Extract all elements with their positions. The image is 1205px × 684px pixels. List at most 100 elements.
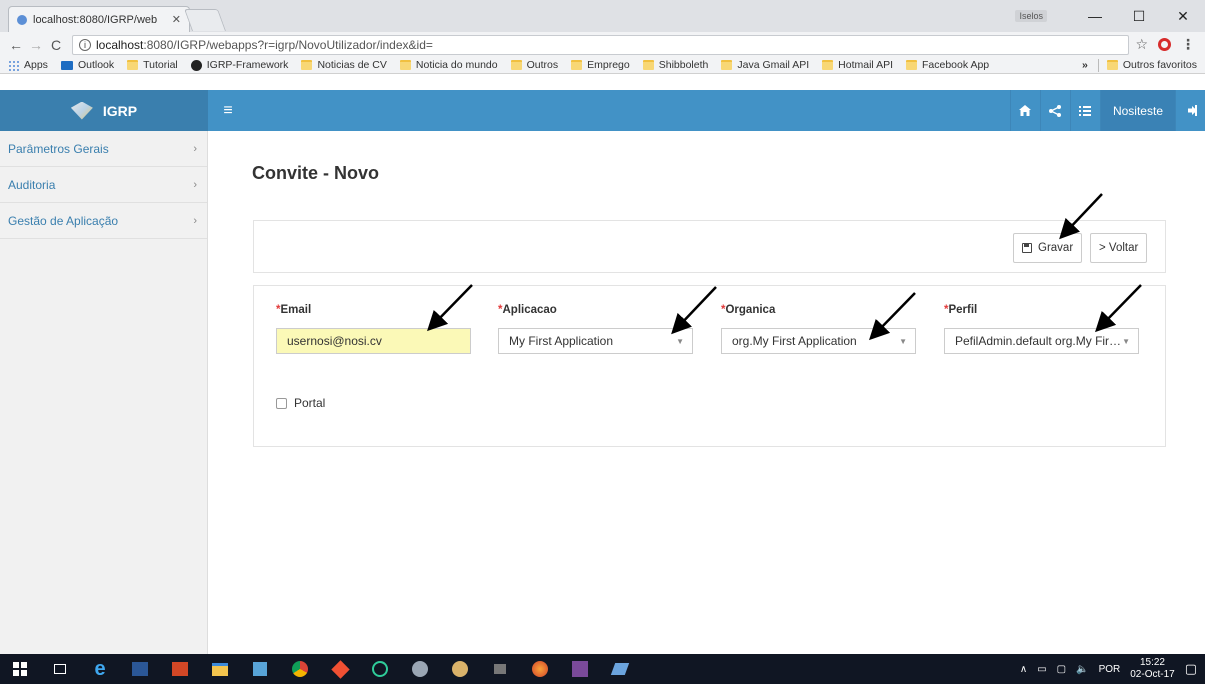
tab-title: localhost:8080/IGRP/web	[33, 13, 158, 26]
start-button[interactable]	[0, 654, 40, 684]
opera-extension-icon[interactable]	[1158, 38, 1171, 51]
new-tab-button[interactable]	[183, 9, 227, 31]
folder-icon	[822, 60, 834, 70]
organica-label: *Organica	[721, 304, 776, 316]
back-button[interactable]: ←	[6, 37, 26, 53]
bookmark-star-icon[interactable]: ☆	[1135, 36, 1148, 53]
perfil-label: *Perfil	[944, 304, 978, 316]
save-button[interactable]: Gravar	[1013, 233, 1083, 263]
minimize-button[interactable]: —	[1073, 8, 1117, 24]
bookmark-tutorial[interactable]: Tutorial	[127, 59, 178, 71]
address-bar-row: ← → C i localhost:8080/IGRP/webapps?r=ig…	[0, 32, 1205, 57]
task-view-icon[interactable]	[40, 654, 80, 684]
bookmark-other-favorites[interactable]: Outros favoritos	[1106, 59, 1197, 71]
user-menu[interactable]: Nositeste	[1099, 90, 1175, 131]
home-icon[interactable]	[1009, 90, 1040, 131]
organica-select[interactable]: org.My First Application ▼	[721, 328, 916, 354]
mail-icon	[60, 60, 73, 70]
folder-icon	[721, 60, 733, 70]
bookmark-outlook[interactable]: Outlook	[60, 59, 114, 71]
bookmark-apps[interactable]: Apps	[8, 59, 48, 71]
tab-close-icon[interactable]: ✕	[172, 13, 181, 26]
list-icon[interactable]	[1069, 90, 1100, 131]
file-explorer-icon[interactable]	[200, 654, 240, 684]
brand-name: IGRP	[102, 102, 138, 119]
browser-user-badge[interactable]: Iselos	[1015, 10, 1047, 22]
app-icon[interactable]	[600, 654, 640, 684]
firefox-icon[interactable]	[520, 654, 560, 684]
chrome-icon[interactable]	[280, 654, 320, 684]
network-icon[interactable]	[240, 654, 280, 684]
url-field[interactable]: i localhost:8080/IGRP/webapps?r=igrp/Nov…	[72, 34, 1130, 55]
edge-icon[interactable]: e	[80, 654, 120, 684]
maximize-button[interactable]: ☐	[1117, 8, 1161, 25]
bookmark-emprego[interactable]: Emprego	[571, 59, 630, 71]
app-icon[interactable]	[440, 654, 480, 684]
reload-button[interactable]: C	[46, 37, 66, 53]
sidebar-item-label: Auditoria	[8, 177, 56, 192]
powerpoint-icon[interactable]	[160, 654, 200, 684]
git-icon[interactable]	[320, 654, 360, 684]
tray-display-icon[interactable]: ▢	[1057, 664, 1066, 675]
github-icon	[190, 59, 202, 71]
perfil-select[interactable]: PefilAdmin.default org.My Fir… ▼	[944, 328, 1139, 354]
email-field[interactable]: usernosi@nosi.cv	[276, 328, 471, 354]
chevron-down-icon: ▼	[1122, 336, 1130, 346]
window-controls: Iselos — ☐ ✕	[1015, 0, 1205, 32]
app-icon[interactable]	[400, 654, 440, 684]
save-label: Gravar	[1038, 242, 1074, 254]
uppercut-icon[interactable]	[360, 654, 400, 684]
bookmark-outros[interactable]: Outros	[510, 59, 558, 71]
bookmarks-overflow-button[interactable]: »	[1082, 59, 1088, 71]
sidebar-item-parametros-gerais[interactable]: Parâmetros Gerais ›	[0, 131, 207, 167]
menu-toggle-icon[interactable]: ≡	[208, 90, 248, 131]
logout-icon[interactable]	[1175, 90, 1205, 131]
bookmark-java-gmail-api[interactable]: Java Gmail API	[721, 59, 809, 71]
bookmark-hotmail-api[interactable]: Hotmail API	[822, 59, 893, 71]
app-icon[interactable]	[560, 654, 600, 684]
folder-icon	[127, 60, 139, 70]
folder-icon	[510, 60, 522, 70]
browser-tab[interactable]: localhost:8080/IGRP/web ✕	[8, 6, 190, 32]
bookmark-shibboleth[interactable]: Shibboleth	[642, 59, 708, 71]
word-icon[interactable]	[120, 654, 160, 684]
bookmark-facebook-app[interactable]: Facebook App	[906, 59, 989, 71]
sidebar-item-label: Parâmetros Gerais	[8, 141, 109, 156]
bookmark-noticias-cv[interactable]: Noticias de CV	[301, 59, 387, 71]
save-icon	[1022, 243, 1032, 253]
volume-icon[interactable]: 🔈	[1076, 664, 1088, 675]
back-button-app[interactable]: > Voltar	[1090, 233, 1148, 263]
action-center-icon[interactable]: ▢	[1185, 661, 1197, 677]
chevron-right-icon: ›	[193, 142, 197, 155]
folder-icon	[301, 60, 313, 70]
chevron-right-icon: ›	[193, 178, 197, 191]
forward-button[interactable]: →	[26, 37, 46, 53]
input-language[interactable]: POR	[1099, 664, 1121, 675]
info-icon[interactable]: i	[79, 38, 91, 51]
portal-label: Portal	[294, 396, 326, 410]
sidebar-item-auditoria[interactable]: Auditoria ›	[0, 167, 207, 203]
clock[interactable]: 15:22 02-Oct-17	[1130, 657, 1174, 681]
share-icon[interactable]	[1039, 90, 1070, 131]
windows-taskbar: e ∧ ▭ ▢ 🔈 POR 15:22 02-Oct-17 ▢	[0, 654, 1205, 684]
sidebar-item-gestao-aplicacao[interactable]: Gestão de Aplicação ›	[0, 203, 207, 239]
tray-network-icon[interactable]: ▭	[1037, 664, 1046, 675]
close-window-button[interactable]: ✕	[1161, 8, 1205, 25]
organica-field-group: *Organica org.My First Application ▼	[721, 304, 916, 354]
folder-icon	[1106, 60, 1118, 70]
chevron-right-icon: ›	[193, 214, 197, 227]
page-favicon-icon	[17, 14, 27, 25]
browser-menu-icon[interactable]: ⋮	[1181, 36, 1195, 53]
igrp-app: IGRP ≡ Nositeste Parâmetros Gerais › Aud…	[0, 90, 1205, 654]
email-label: *Email	[276, 304, 312, 316]
aplicacao-select[interactable]: My First Application ▼	[498, 328, 693, 354]
bookmark-igrp-framework[interactable]: IGRP-Framework	[190, 59, 288, 71]
brand[interactable]: IGRP	[0, 90, 208, 131]
app-icon[interactable]	[480, 654, 520, 684]
url-host: localhost	[96, 37, 144, 52]
bookmark-noticia-mundo[interactable]: Noticia do mundo	[399, 59, 498, 71]
tray-chevron-up-icon[interactable]: ∧	[1020, 664, 1027, 675]
clock-time: 15:22	[1139, 657, 1165, 668]
portal-checkbox[interactable]	[276, 397, 287, 409]
portal-checkbox-group[interactable]: Portal	[276, 396, 325, 410]
